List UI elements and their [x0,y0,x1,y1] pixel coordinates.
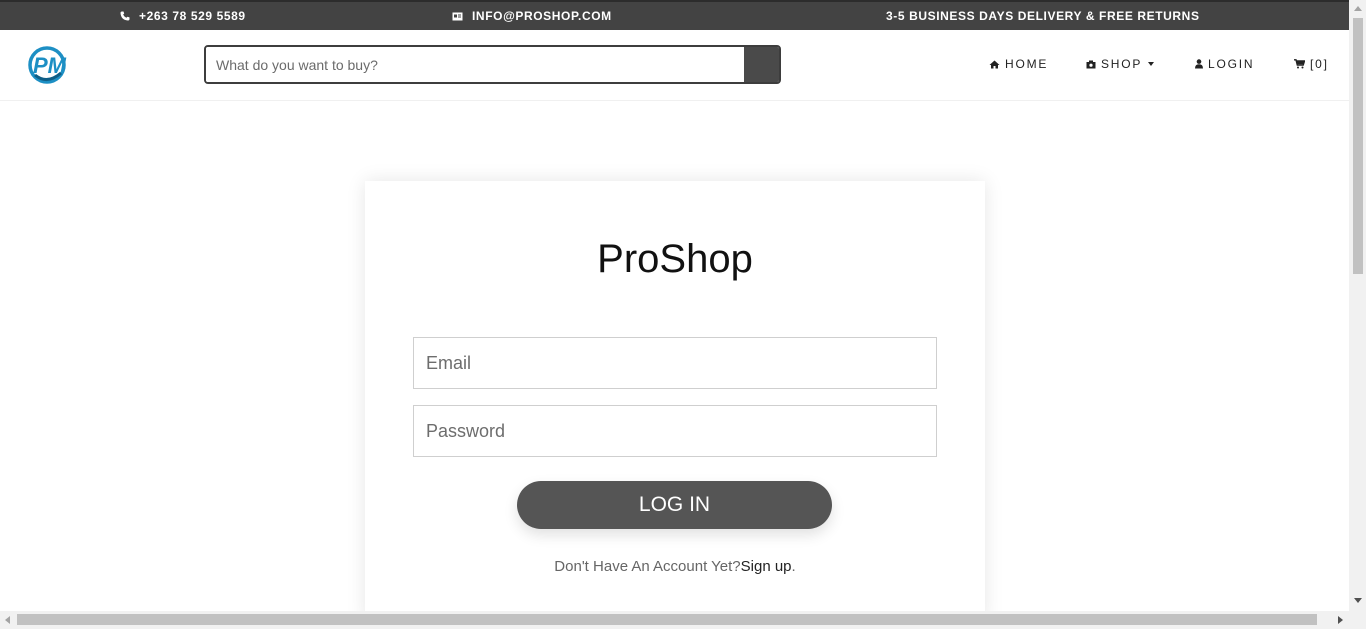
horizontal-scrollbar[interactable] [0,611,1349,629]
topbar-email[interactable]: INFO@PROSHOP.COM [452,9,612,23]
login-title: ProShop [597,237,753,281]
nav-home[interactable]: HOME [989,57,1048,71]
scrollbar-corner [1349,611,1366,629]
email-icon [452,12,463,20]
logo-text: PM [33,53,67,78]
vertical-scrollbar[interactable] [1349,0,1366,611]
horizontal-scroll-thumb[interactable] [17,614,1317,625]
nav-home-label: HOME [1005,57,1049,71]
topbar-phone[interactable]: +263 78 529 5589 [120,9,246,23]
top-info-bar: +263 78 529 5589 INFO@PROSHOP.COM 3-5 BU… [0,0,1349,30]
site-header: PM HOME SHOP LOGIN [0] [0,30,1349,101]
cart-icon [1294,59,1305,69]
nav-cart[interactable]: [0] [1294,57,1329,71]
signup-suffix: . [791,558,796,575]
proshop-logo[interactable]: PM [27,45,73,85]
topbar-phone-text: +263 78 529 5589 [139,9,246,23]
nav-shop-label: SHOP [1101,57,1143,71]
password-field[interactable] [413,405,937,457]
topbar-delivery-text: 3-5 BUSINESS DAYS DELIVERY & FREE RETURN… [886,9,1200,23]
nav-login[interactable]: LOGIN [1195,57,1254,71]
phone-icon [120,11,130,21]
login-button[interactable]: LOG IN [517,481,832,529]
page: +263 78 529 5589 INFO@PROSHOP.COM 3-5 BU… [0,0,1366,629]
search-input[interactable] [206,47,744,82]
search-bar [204,45,781,84]
email-field[interactable] [413,337,937,389]
signup-link[interactable]: Sign up [741,558,792,575]
shop-icon [1086,60,1096,68]
scroll-left-arrow-icon[interactable] [5,616,10,624]
search-button[interactable] [744,47,779,82]
user-icon [1195,59,1203,69]
topbar-email-text: INFO@PROSHOP.COM [472,9,612,23]
signup-prompt-text: Don't Have An Account Yet? [554,558,741,575]
nav-login-label: LOGIN [1208,57,1255,71]
vertical-scroll-thumb[interactable] [1353,18,1363,274]
home-icon [989,60,1000,68]
scroll-right-arrow-icon[interactable] [1338,616,1343,624]
nav-cart-count: [0] [1310,57,1329,71]
scroll-down-arrow-icon[interactable] [1354,598,1362,603]
chevron-down-icon [1148,62,1155,66]
scroll-up-arrow-icon[interactable] [1354,6,1362,11]
signup-prompt: Don't Have An Account Yet?Sign up. [365,558,985,575]
login-card: ProShop LOG IN Don't Have An Account Yet… [365,181,985,621]
topbar-delivery: 3-5 BUSINESS DAYS DELIVERY & FREE RETURN… [886,9,1200,23]
nav-shop[interactable]: SHOP [1086,57,1155,71]
